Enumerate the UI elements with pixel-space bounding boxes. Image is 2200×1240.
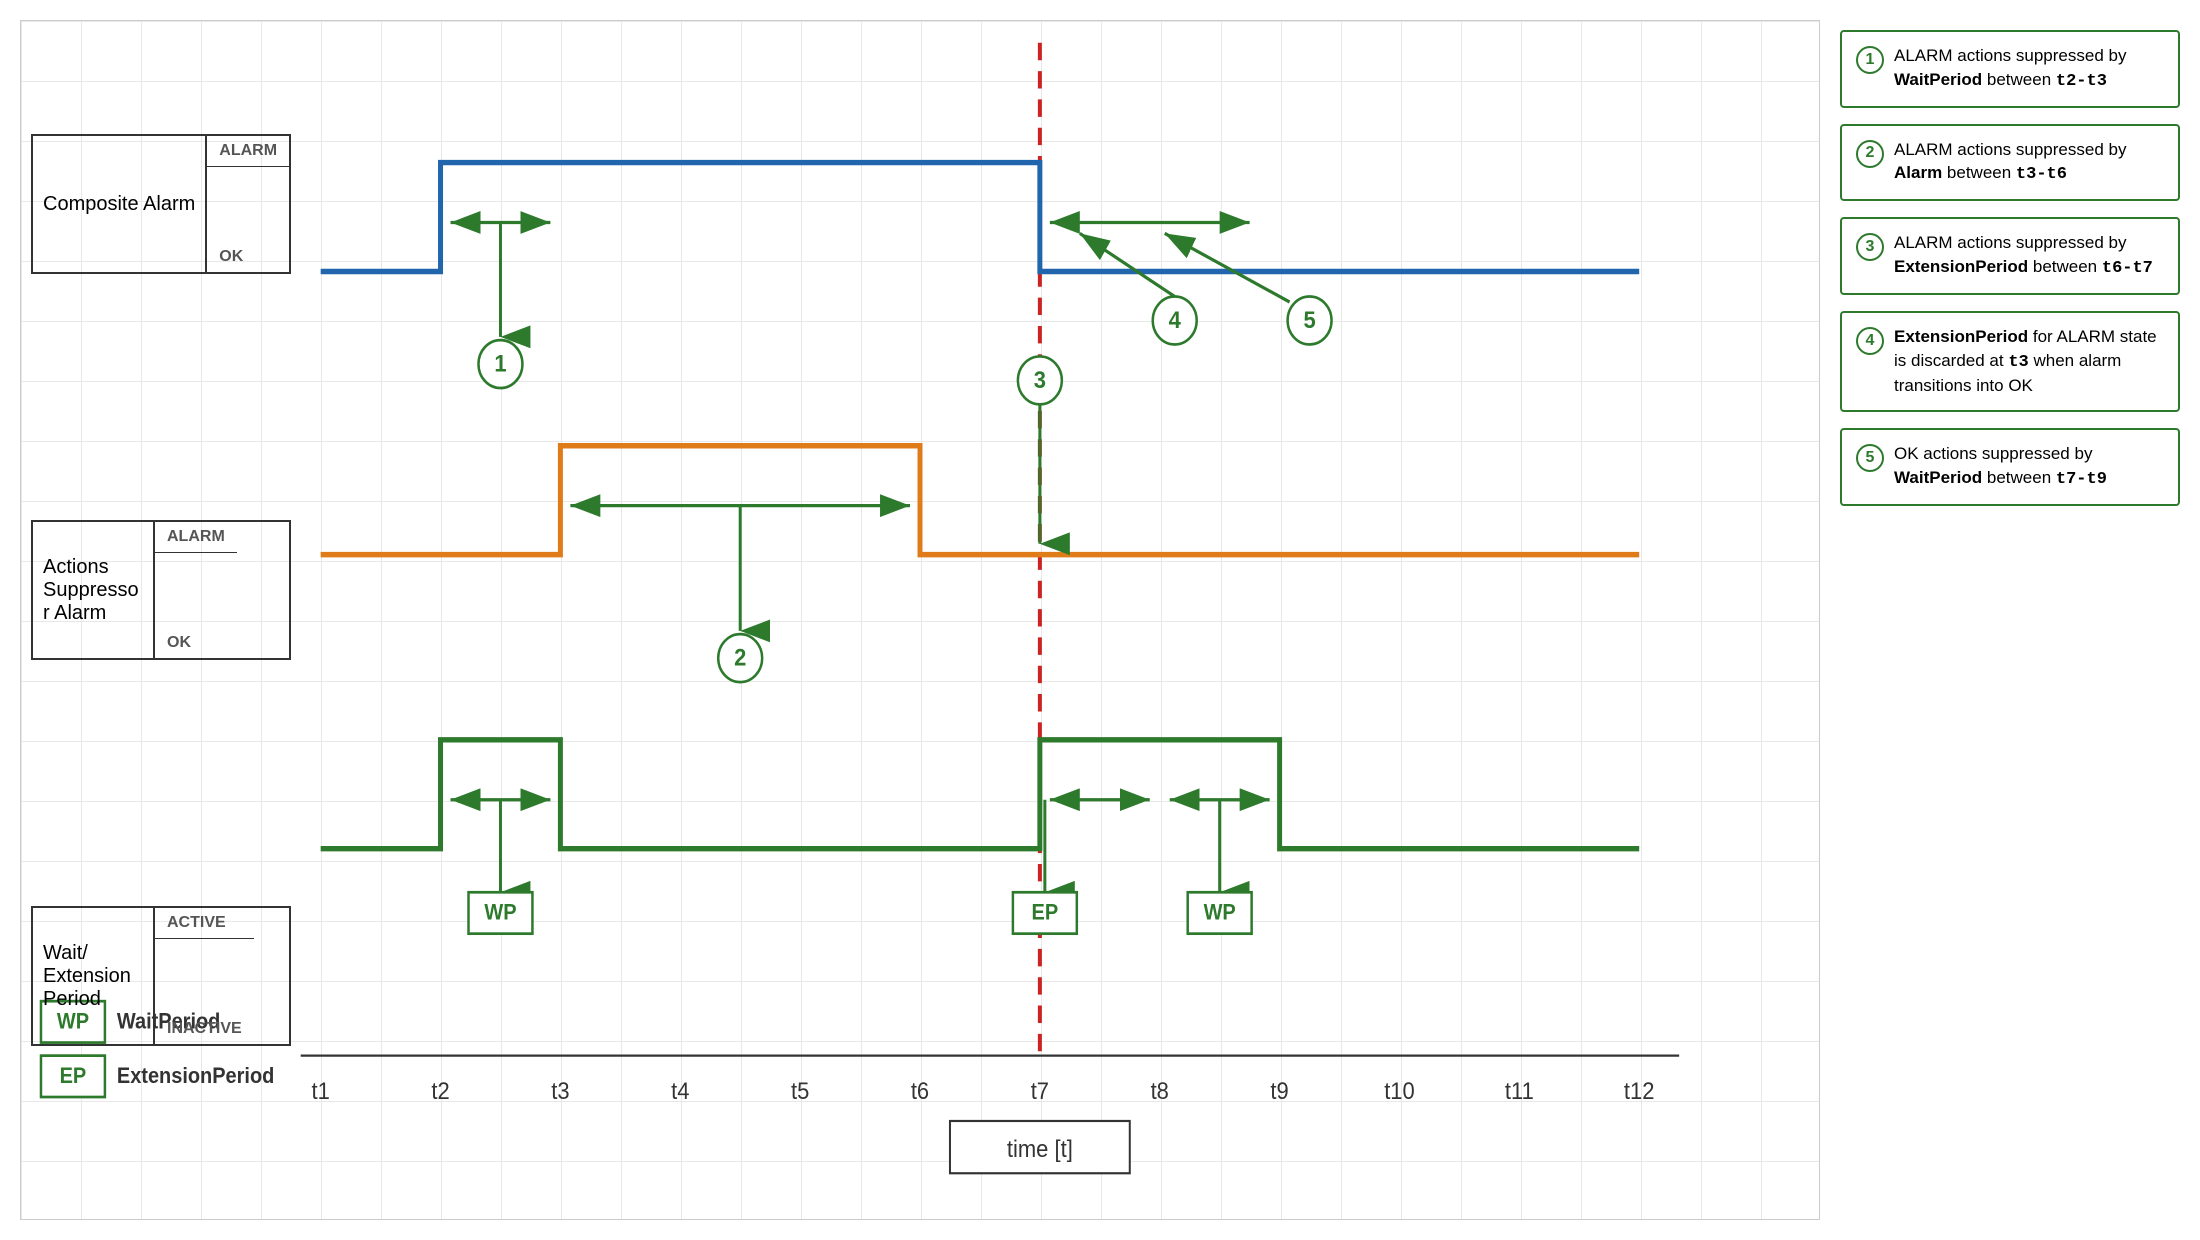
svg-text:t3: t3 [551, 1077, 569, 1104]
svg-text:time [t]: time [t] [1007, 1135, 1073, 1162]
annotation-box-2: 2 ALARM actions suppressed by Alarm betw… [1840, 124, 2180, 202]
suppressor-alarm-label: Actions Suppressor Alarm ALARM OK [31, 520, 291, 660]
svg-text:t5: t5 [791, 1077, 809, 1104]
annotation-2-bold: Alarm [1894, 163, 1942, 182]
suppressor-alarm-name: Actions Suppressor Alarm [33, 522, 153, 658]
svg-text:t2: t2 [431, 1077, 449, 1104]
annotation-text-5: OK actions suppressed by WaitPeriod betw… [1894, 442, 2164, 492]
ep-label-t7-t8: EP [1013, 800, 1150, 934]
svg-text:4: 4 [1169, 306, 1181, 333]
wait-extension-label: Wait/ Extension Period ACTIVE INACTIVE [31, 906, 291, 1046]
chart-area: Composite Alarm ALARM OK Actions Suppres… [20, 20, 1820, 1220]
annotation-box-3: 3 ALARM actions suppressed by ExtensionP… [1840, 217, 2180, 295]
svg-text:t6: t6 [911, 1077, 929, 1104]
composite-alarm-name: Composite Alarm [33, 136, 205, 272]
annotation-1-group: 1 [451, 222, 551, 388]
label-boxes: Composite Alarm ALARM OK Actions Suppres… [31, 21, 291, 1159]
wait-extension-state-active: ACTIVE [155, 908, 254, 939]
annotation-text-3: ALARM actions suppressed by ExtensionPer… [1894, 231, 2164, 281]
wait-extension-name: Wait/ Extension Period [33, 908, 153, 1044]
diagram-container: Composite Alarm ALARM OK Actions Suppres… [20, 20, 1820, 1220]
main-container: Composite Alarm ALARM OK Actions Suppres… [0, 0, 2200, 1240]
svg-text:3: 3 [1034, 366, 1046, 393]
svg-text:t4: t4 [671, 1077, 690, 1104]
annotation-number-1: 1 [1856, 46, 1884, 74]
annotation-3-group: 3 [1018, 356, 1062, 543]
svg-text:t10: t10 [1384, 1077, 1415, 1104]
svg-text:t1: t1 [312, 1077, 330, 1104]
composite-alarm-state-alarm: ALARM [207, 136, 289, 167]
suppressor-alarm-state-ok: OK [155, 628, 237, 658]
svg-text:WP: WP [1204, 901, 1236, 925]
annotation-5-bold: WaitPeriod [1894, 468, 1982, 487]
annotation-text-2: ALARM actions suppressed by Alarm betwee… [1894, 138, 2164, 188]
wait-extension-line [321, 740, 1640, 849]
annotation-text-4: ExtensionPeriod for ALARM state is disca… [1894, 325, 2164, 398]
svg-text:t8: t8 [1151, 1077, 1169, 1104]
svg-text:WP: WP [484, 901, 516, 925]
svg-text:5: 5 [1303, 306, 1315, 333]
annotation-1-bold: WaitPeriod [1894, 70, 1982, 89]
svg-text:t12: t12 [1624, 1077, 1655, 1104]
composite-alarm-state-ok: OK [207, 242, 289, 272]
time-axis: t1 t2 t3 t4 t5 t6 t7 t8 t9 t10 t11 t12 t… [301, 1056, 1679, 1174]
wait-extension-state-inactive: INACTIVE [155, 1014, 254, 1044]
annotation-number-3: 3 [1856, 233, 1884, 261]
annotation-2-group: 2 [570, 506, 910, 682]
suppressor-alarm-states: ALARM OK [153, 522, 237, 658]
annotation-number-4: 4 [1856, 327, 1884, 355]
composite-alarm-label: Composite Alarm ALARM OK [31, 134, 291, 274]
wait-extension-states: ACTIVE INACTIVE [153, 908, 254, 1044]
svg-text:t7: t7 [1031, 1077, 1049, 1104]
svg-text:2: 2 [734, 644, 746, 671]
suppressor-alarm-state-alarm: ALARM [155, 522, 237, 553]
svg-text:EP: EP [1032, 901, 1059, 925]
annotation-number-2: 2 [1856, 140, 1884, 168]
annotation-text-1: ALARM actions suppressed by WaitPeriod b… [1894, 44, 2164, 94]
annotation-box-5: 5 OK actions suppressed by WaitPeriod be… [1840, 428, 2180, 506]
annotation-4-bold: ExtensionPeriod [1894, 327, 2028, 346]
annotation-box-4: 4 ExtensionPeriod for ALARM state is dis… [1840, 311, 2180, 412]
svg-text:1: 1 [494, 350, 506, 377]
svg-text:t11: t11 [1505, 1077, 1534, 1104]
right-panel: 1 ALARM actions suppressed by WaitPeriod… [1840, 20, 2180, 1220]
annotation-box-1: 1 ALARM actions suppressed by WaitPeriod… [1840, 30, 2180, 108]
composite-alarm-line [321, 163, 1640, 272]
wp-label-t2-t3: WP [451, 800, 551, 934]
svg-text:t9: t9 [1270, 1077, 1288, 1104]
annotation-number-5: 5 [1856, 444, 1884, 472]
wp-label-t8-t9: WP [1170, 800, 1270, 934]
suppressor-alarm-line [321, 446, 1640, 555]
annotation-3-bold: ExtensionPeriod [1894, 257, 2028, 276]
composite-alarm-states: ALARM OK [205, 136, 289, 272]
annotation-4-group: 4 [1050, 222, 1250, 344]
